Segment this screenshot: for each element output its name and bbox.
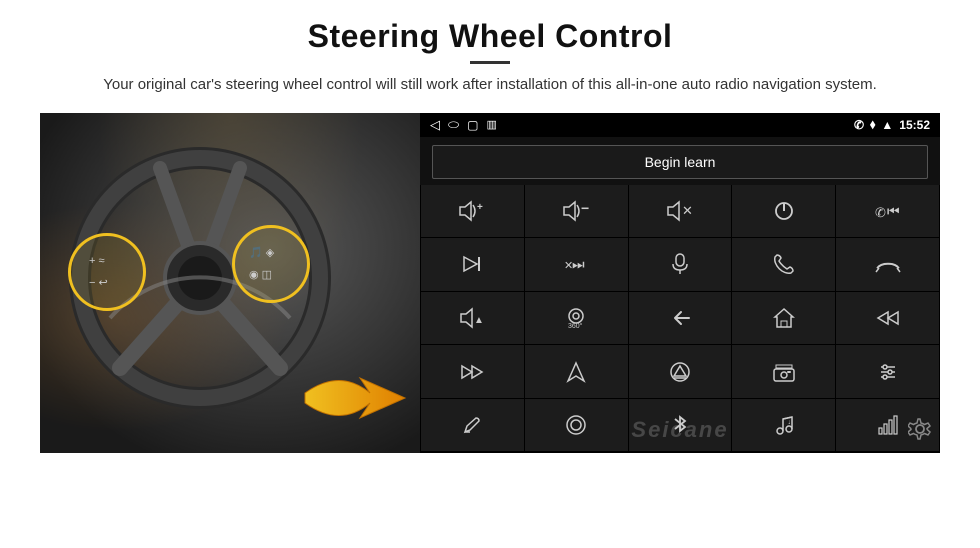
fast-forward-button[interactable] [421,345,524,398]
radio-icon [772,361,796,383]
rewind-button[interactable] [836,292,939,345]
page-container: Steering Wheel Control Your original car… [0,0,980,548]
svg-text:♩: ♩ [788,419,795,426]
arrow-icon [300,358,410,438]
page-title: Steering Wheel Control [308,18,673,55]
music-icon: ♩ [773,414,795,436]
back-arrow-icon: ◁ [430,117,440,133]
svg-text:−: − [581,200,589,216]
record-button[interactable] [525,399,628,452]
svg-text:▲▲: ▲▲ [474,315,485,326]
steering-bg: + ≈ − ↩ 🎵 ◈ ◉ ◫ [40,113,420,453]
title-divider [470,61,510,64]
home-oval-icon: ⬭ [448,117,459,133]
gear-icon [908,417,932,441]
svg-text:⏭: ⏭ [572,256,585,272]
wifi-icon: ▲ [881,118,893,132]
bluetooth-icon [670,413,690,437]
skip-next-icon [461,253,483,275]
navigate-button[interactable] [525,345,628,398]
speaker-button[interactable]: ▲▲ [421,292,524,345]
svg-text:360°: 360° [568,322,583,330]
svg-text:✕: ✕ [682,203,693,218]
recent-apps-icon: ▢ [467,118,478,132]
skip-seek-icon: ✕ ⏭ [562,254,590,274]
radio-button[interactable] [732,345,835,398]
status-bar-left: ◁ ⬭ ▢ ▥ [430,117,497,133]
location-icon: ⬧ [870,117,875,132]
skip-next-button[interactable] [421,238,524,291]
mic-icon [670,252,690,276]
left-button-highlight: + ≈ − ↩ [68,233,146,311]
left-buttons-svg: + ≈ − ↩ [71,236,149,314]
back-button[interactable] [629,292,732,345]
svg-text:+: + [477,202,483,213]
skip-seek-button[interactable]: ✕ ⏭ [525,238,628,291]
music-button[interactable]: ♩ [732,399,835,452]
navigate-icon [566,361,586,383]
phone-status-icon: ✆ [854,118,864,132]
write-button[interactable] [421,399,524,452]
camera-360-button[interactable]: 360° [525,292,628,345]
svg-text:+ ≈: + ≈ [89,255,105,267]
svg-text:⏮: ⏮ [887,203,900,219]
write-icon [461,414,483,436]
begin-learn-row: Begin learn [420,137,940,185]
begin-learn-button[interactable]: Begin learn [432,145,928,179]
svg-text:🎵 ◈: 🎵 ◈ [249,246,275,259]
vol-down-icon: − [562,200,590,222]
svg-text:✆: ✆ [875,205,886,220]
speaker-icon: ▲▲ [459,307,485,329]
android-panel: ◁ ⬭ ▢ ▥ ✆ ⬧ ▲ 15:52 Begin learn [420,113,940,453]
fast-forward-icon [460,362,484,382]
svg-text:◉ ◫: ◉ ◫ [249,269,272,281]
vol-up-button[interactable]: + [421,185,524,238]
power-icon [773,200,795,222]
eject-icon [669,361,691,383]
right-buttons-svg: 🎵 ◈ ◉ ◫ [235,228,313,306]
home-button[interactable] [732,292,835,345]
mute-icon: ✕ [666,200,694,222]
right-button-highlight: 🎵 ◈ ◉ ◫ [232,225,310,303]
power-button[interactable] [732,185,835,238]
end-call-icon [875,254,901,274]
time-display: 15:52 [899,118,930,132]
end-call-button[interactable] [836,238,939,291]
mute-button[interactable]: ✕ [629,185,732,238]
bluetooth-button[interactable] [629,399,732,452]
eq-settings-button[interactable] [836,345,939,398]
status-bar-right: ✆ ⬧ ▲ 15:52 [854,117,930,132]
signal-bars-icon [877,414,899,436]
status-bar: ◁ ⬭ ▢ ▥ ✆ ⬧ ▲ 15:52 [420,113,940,137]
gear-settings-button[interactable] [908,417,932,447]
svg-text:− ↩: − ↩ [89,277,108,289]
page-subtitle: Your original car's steering wheel contr… [103,74,877,97]
camera-360-icon: 360° [562,306,590,330]
home-icon [773,307,795,329]
rewind-icon [876,308,900,328]
steering-wheel-image: + ≈ − ↩ 🎵 ◈ ◉ ◫ [40,113,420,453]
prev-call-button[interactable]: ✆ ⏮ [836,185,939,238]
call-icon [773,253,795,275]
eject-button[interactable] [629,345,732,398]
prev-call-icon: ✆ ⏮ [874,201,902,221]
mic-button[interactable] [629,238,732,291]
battery-icon: ▥ [486,118,496,131]
call-button[interactable] [732,238,835,291]
eq-settings-icon [877,361,899,383]
record-icon [565,414,587,436]
content-row: + ≈ − ↩ 🎵 ◈ ◉ ◫ [40,113,940,453]
vol-up-icon: + [458,200,486,222]
control-grid: + − ✕ [420,185,940,453]
back-nav-icon [669,308,691,328]
vol-down-button[interactable]: − [525,185,628,238]
